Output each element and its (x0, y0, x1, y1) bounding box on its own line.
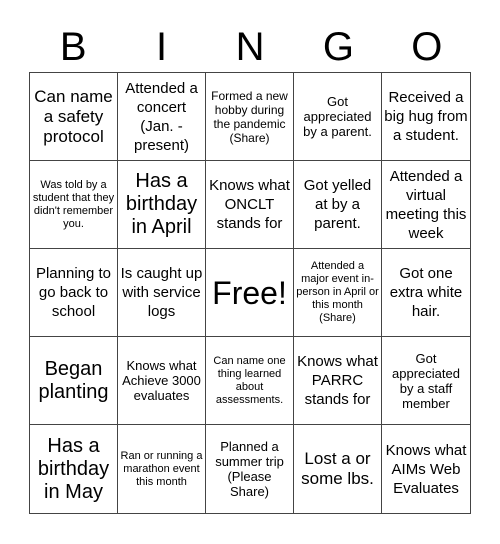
bingo-cell[interactable]: Formed a new hobby during the pandemic (… (206, 73, 294, 161)
bingo-cell[interactable]: Lost a or some lbs. (294, 425, 382, 513)
cell-text: Knows what AIMs Web Evaluates (385, 441, 467, 497)
bingo-cell[interactable]: Got appreciated by a staff member (382, 337, 470, 425)
bingo-cell[interactable]: Ran or running a marathon event this mon… (118, 425, 206, 513)
bingo-cell[interactable]: Can name one thing learned about assessm… (206, 337, 294, 425)
bingo-cell[interactable]: Can name a safety protocol (30, 73, 118, 161)
bingo-cell[interactable]: Got one extra white hair. (382, 249, 470, 337)
bingo-cell[interactable]: Began planting (30, 337, 118, 425)
bingo-cell[interactable]: Got appreciated by a parent. (294, 73, 382, 161)
bingo-cell[interactable]: Planned a summer trip (Please Share) (206, 425, 294, 513)
bingo-cell[interactable]: Got yelled at by a parent. (294, 161, 382, 249)
bingo-cell[interactable]: Knows what PARRC stands for (294, 337, 382, 425)
bingo-cell[interactable]: Is caught up with service logs (118, 249, 206, 337)
bingo-cell[interactable]: Received a big hug from a student. (382, 73, 470, 161)
cell-text: Was told by a student that they didn't r… (32, 178, 115, 230)
bingo-cell[interactable]: Attended a major event in-person in Apri… (294, 249, 382, 337)
header-letter-n: N (235, 25, 265, 69)
cell-text: Has a birthday in May (37, 434, 110, 503)
header-letter-o: O (411, 25, 443, 69)
cell-text: Got yelled at by a parent. (303, 177, 372, 232)
bingo-cell[interactable]: Was told by a student that they didn't r… (30, 161, 118, 249)
cell-text: Can name one thing learned about assessm… (213, 354, 286, 406)
bingo-grid: Can name a safety protocol Attended a co… (29, 72, 471, 514)
bingo-cell[interactable]: Has a birthday in May (30, 425, 118, 513)
cell-text: Formed a new hobby during the pandemic (… (211, 88, 288, 145)
cell-text: Is caught up with service logs (120, 265, 203, 320)
header-letter-g: G (322, 25, 354, 69)
header-letter-b: B (59, 25, 87, 69)
cell-text: Attended a concert (Jan. - present) (125, 79, 198, 154)
header-letter-i: I (156, 25, 168, 69)
cell-text: Planned a summer trip (Please Share) (215, 439, 284, 499)
bingo-cell-free[interactable]: Free! (206, 249, 294, 337)
bingo-header: B I N G O (29, 22, 471, 72)
cell-text: Got appreciated by a parent. (303, 94, 372, 139)
bingo-cell[interactable]: Has a birthday in April (118, 161, 206, 249)
bingo-cell[interactable]: Planning to go back to school (30, 249, 118, 337)
cell-text: Got appreciated by a staff member (392, 350, 460, 411)
cell-text: Can name a safety protocol (34, 86, 113, 146)
cell-text: Has a birthday in April (125, 170, 198, 238)
cell-text: Lost a or some lbs. (301, 449, 374, 488)
bingo-cell[interactable]: Attended a virtual meeting this week (382, 161, 470, 249)
cell-text: Attended a major event in-person in Apri… (296, 260, 379, 324)
cell-text: Knows what ONCLT stands for (209, 177, 290, 232)
cell-text: Planning to go back to school (35, 265, 112, 320)
cell-text: Knows what PARRC stands for (297, 353, 378, 408)
cell-text: Ran or running a marathon event this mon… (120, 449, 203, 488)
cell-text: Attended a virtual meeting this week (385, 167, 467, 242)
free-space-text: Free! (212, 274, 287, 311)
cell-text: Received a big hug from a student. (384, 89, 468, 144)
cell-text: Began planting (38, 357, 109, 403)
bingo-cell[interactable]: Attended a concert (Jan. - present) (118, 73, 206, 161)
cell-text: Got one extra white hair. (389, 265, 463, 320)
bingo-cell[interactable]: Knows what AIMs Web Evaluates (382, 425, 470, 513)
bingo-cell[interactable]: Knows what ONCLT stands for (206, 161, 294, 249)
bingo-cell[interactable]: Knows what Achieve 3000 evaluates (118, 337, 206, 425)
cell-text: Knows what Achieve 3000 evaluates (122, 358, 201, 403)
